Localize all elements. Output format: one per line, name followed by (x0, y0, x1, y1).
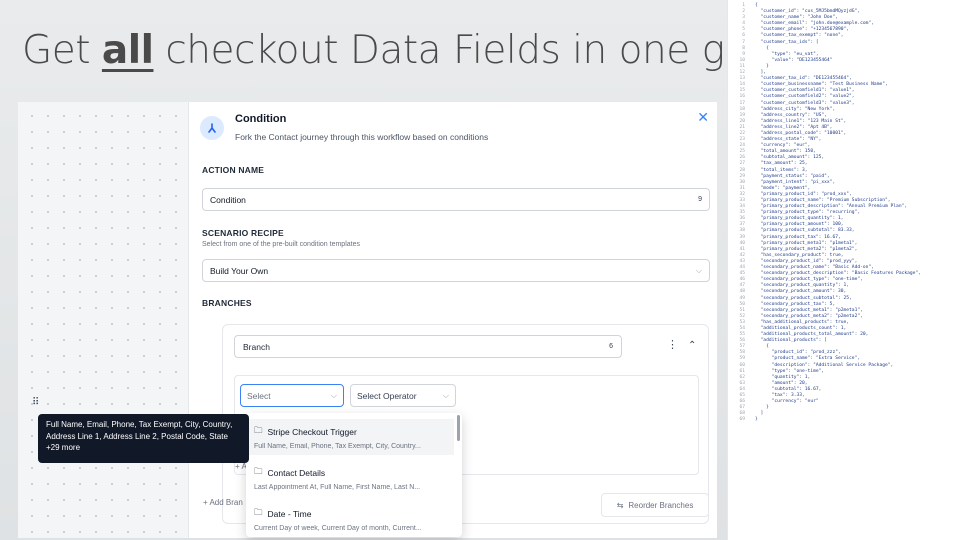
action-name-char-count: 9 (698, 196, 702, 203)
action-name-value: Condition (210, 194, 246, 205)
chevron-down-icon: ⌵ (442, 390, 449, 400)
line-number-gutter: 1 2 3 4 5 6 7 8 9 10 11 12 13 14 15 16 17 18 19 20 21 22 23 24 2… (728, 3, 745, 423)
branch-name-input[interactable]: Branch 6 (234, 335, 622, 358)
add-branch-link[interactable]: + Add Bran (203, 498, 243, 507)
dropdown-option-title: Date - Time (267, 509, 312, 519)
scenario-recipe-select[interactable]: Build Your Own ⌵ (202, 259, 710, 282)
scenario-recipe-label: SCENARIO RECIPE (202, 228, 284, 238)
chevron-up-icon[interactable]: ⌃ (688, 340, 696, 351)
dropdown-option-date-time[interactable]: 🗀 Date - Time Current Day of week, Curren… (246, 501, 454, 537)
reorder-icon: ⇆ (616, 500, 624, 510)
select-field-dropdown[interactable]: Select ⌵ (240, 384, 344, 407)
dropdown-option-contact-details[interactable]: 🗀 Contact Details Last Appointment At, Fu… (246, 460, 454, 496)
field-category-dropdown: 🗀 Stripe Checkout Trigger Full Name, Emai… (246, 413, 462, 537)
code-content: { "customer_id": "cus_5MJ5bmdMQyzjdG", "… (755, 3, 921, 423)
select-operator-placeholder: Select Operator (357, 390, 417, 401)
dropdown-option-stripe-checkout[interactable]: 🗀 Stripe Checkout Trigger Full Name, Emai… (246, 419, 454, 455)
scenario-recipe-value: Build Your Own (210, 265, 269, 276)
slide-title-post: checkout Data Fields in one go.. (153, 28, 771, 73)
dropdown-option-subtitle: Current Day of week, Current Day of mont… (254, 525, 422, 532)
folder-icon: 🗀 (254, 425, 263, 435)
code-line: } (755, 417, 758, 423)
select-field-placeholder: Select (247, 390, 271, 401)
folder-icon: 🗀 (254, 507, 263, 517)
slide-title: Get all checkout Data Fields in one go.. (22, 28, 771, 73)
branch-name-char-count: 6 (609, 343, 613, 350)
branches-label: BRANCHES (202, 298, 252, 308)
chevron-down-icon: ⌵ (330, 390, 337, 400)
action-name-input[interactable]: Condition 9 (202, 188, 710, 211)
drag-handle-icon[interactable]: ⠿ (32, 397, 39, 408)
slide-title-emphasis: all (101, 28, 154, 73)
folder-icon: 🗀 (254, 466, 263, 476)
panel-title: Condition (235, 113, 287, 125)
branch-name-value: Branch (243, 341, 270, 352)
condition-icon (200, 116, 224, 140)
action-name-label: ACTION NAME (202, 165, 265, 175)
scenario-recipe-hint: Select from one of the pre-built conditi… (202, 241, 360, 248)
reorder-branches-label: Reorder Branches (628, 500, 694, 510)
more-options-icon[interactable]: ⋮ (667, 340, 678, 351)
reorder-branches-button[interactable]: ⇆ Reorder Branches (601, 493, 709, 517)
slide-title-pre: Get (22, 28, 102, 73)
close-icon[interactable]: ✕ (697, 110, 709, 124)
dropdown-option-subtitle: Full Name, Email, Phone, Tax Exempt, Cit… (254, 443, 421, 450)
chevron-down-icon: ⌵ (695, 265, 702, 275)
select-operator-dropdown[interactable]: Select Operator ⌵ (350, 384, 456, 407)
dropdown-option-title: Contact Details (267, 468, 326, 478)
dropdown-scrollbar[interactable] (457, 415, 460, 441)
dropdown-option-subtitle: Last Appointment At, Full Name, First Na… (254, 484, 421, 491)
fields-tooltip: Full Name, Email, Phone, Tax Exempt, Cit… (38, 414, 249, 463)
json-code-viewer: 1 2 3 4 5 6 7 8 9 10 11 12 13 14 15 16 17 18 19 20 21 22 23 24 2… (727, 0, 960, 540)
dropdown-option-title: Stripe Checkout Trigger (267, 427, 357, 437)
line-number: 69 (739, 417, 745, 423)
panel-subtitle: Fork the Contact journey through this wo… (235, 132, 489, 142)
